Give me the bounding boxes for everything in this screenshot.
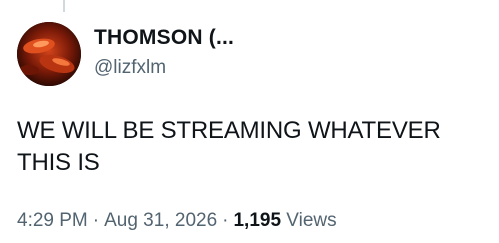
views-count: 1,195 [233,210,282,231]
tweet-date[interactable]: Aug 31, 2026 [104,210,217,231]
tweet-meta: 4:29 PM · Aug 31, 2026 · 1,195 Views [17,210,337,232]
tweet-text: WE WILL BE STREAMING WHATEVER THIS IS [17,117,441,176]
avatar-photo-icon [17,22,81,86]
author-display-name[interactable]: THOMSON (... [94,26,234,50]
views-label: Views [286,210,337,231]
author-handle[interactable]: @lizfxlm [94,57,166,79]
tweet-time[interactable]: 4:29 PM [17,210,88,231]
avatar[interactable] [17,22,81,86]
meta-separator: · [92,210,100,231]
meta-separator: · [222,210,229,231]
thread-connector-line [63,0,65,12]
